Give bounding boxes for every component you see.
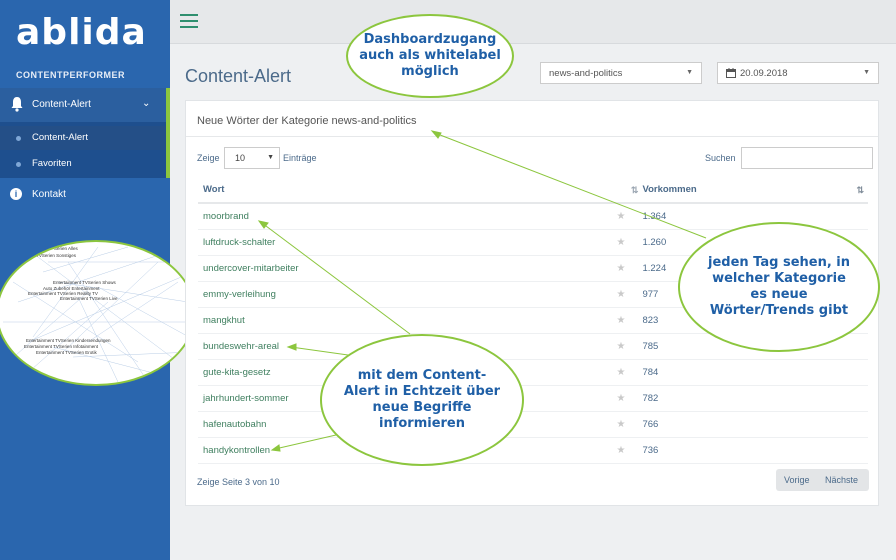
bell-icon — [11, 97, 23, 112]
entries-per-page-select[interactable]: 10 ▼ — [224, 147, 280, 169]
column-header-count[interactable]: Vorkommen ⇅ — [642, 177, 868, 204]
search-input[interactable] — [741, 147, 873, 169]
word-cell[interactable]: emmy-verleihung — [198, 281, 617, 308]
sidebar-item-kontakt[interactable]: i Kontakt — [0, 182, 170, 208]
callout-line: neue Begriffe — [372, 400, 472, 415]
callout-line: informieren — [378, 416, 465, 432]
calendar-icon — [726, 68, 736, 78]
network-label: Entertainment TVSerien Shows — [53, 280, 116, 285]
star-icon[interactable]: ★ — [616, 307, 643, 334]
sidebar-subitem-favoriten[interactable]: Favoriten — [0, 152, 166, 176]
dot-icon — [16, 136, 21, 141]
callout-line: jeden Tag sehen, in — [707, 254, 851, 270]
pagination: Vorige Nächste — [776, 469, 869, 491]
sidebar-item-label: Content-Alert — [32, 99, 91, 110]
callout-line: möglich — [401, 64, 459, 80]
prev-button[interactable]: Vorige — [784, 475, 810, 485]
next-button[interactable]: Nächste — [825, 475, 858, 485]
table-row[interactable]: jahrhundert-sommer ★ 782 — [198, 385, 868, 412]
network-label: Entertainment TVSerien Infotainment — [24, 344, 99, 349]
count-cell: 784 — [642, 359, 868, 386]
date-select[interactable]: 20.09.2018 ▼ — [717, 62, 879, 84]
show-label: Zeige — [197, 153, 220, 163]
page-info: Zeige Seite 3 von 10 — [197, 477, 280, 487]
sidebar-item-label: Kontakt — [32, 189, 66, 200]
network-label: Entertainment TVSerien Kindersendungen — [26, 338, 111, 343]
caret-down-icon: ▼ — [686, 69, 693, 76]
table-row[interactable]: gute-kita-gesetz ★ 784 — [198, 359, 868, 386]
count-cell: 782 — [642, 385, 868, 412]
sort-desc-icon: ⇅ — [856, 185, 864, 195]
callout-line: mit dem Content- — [357, 367, 487, 383]
network-label: Int TVSerien Sonstiges — [30, 253, 77, 258]
star-icon[interactable]: ★ — [616, 203, 643, 230]
column-header-word[interactable]: Wort — [198, 177, 617, 204]
word-cell[interactable]: undercover-mitarbeiter — [198, 255, 617, 282]
dot-icon — [16, 162, 21, 167]
callout-line: es neue — [750, 287, 808, 302]
sort-icon: ⇅ — [630, 185, 639, 195]
column-header-label: Vorkommen — [642, 184, 697, 195]
star-icon[interactable]: ★ — [616, 411, 643, 438]
callout-realtime: mit dem Content- Alert in Echtzeit über … — [320, 334, 524, 466]
count-cell: 736 — [642, 437, 868, 464]
callout-line: Alert in Echtzeit über — [343, 383, 501, 399]
column-header-sort[interactable]: ⇅ — [616, 177, 643, 204]
count-cell: 766 — [642, 411, 868, 438]
network-graph: Serien Alles Int TVSerien Sonstiges Ente… — [3, 246, 194, 383]
category-select-value: news-and-politics — [549, 68, 623, 79]
panel-title: Neue Wörter der Kategorie news-and-polit… — [197, 115, 417, 127]
column-header-label: Wort — [203, 184, 225, 195]
word-cell[interactable]: mangkhut — [198, 307, 617, 334]
tagline: CONTENTPERFORMER — [16, 70, 125, 80]
entries-per-page-value: 10 — [235, 153, 246, 163]
network-label: Serien Alles — [54, 246, 79, 251]
topbar — [170, 0, 896, 44]
caret-down-icon: ▼ — [267, 154, 274, 161]
hamburger-menu-icon[interactable] — [180, 14, 198, 28]
word-cell[interactable]: luftdruck-schalter — [198, 229, 617, 256]
word-cell[interactable]: moorbrand — [198, 203, 617, 230]
panel-header: Neue Wörter der Kategorie news-and-polit… — [186, 101, 878, 137]
callout-line: welcher Kategorie — [712, 270, 846, 286]
star-icon[interactable]: ★ — [616, 437, 643, 464]
star-icon[interactable]: ★ — [616, 359, 643, 386]
sidebar-item-content-alert[interactable]: Content-Alert ⌄ — [0, 88, 170, 122]
callout-line: Wörter/Trends gibt — [709, 303, 849, 319]
star-icon[interactable]: ★ — [616, 385, 643, 412]
category-select[interactable]: news-and-politics ▼ — [540, 62, 702, 84]
callout-daily: jeden Tag sehen, in welcher Kategorie es… — [678, 222, 880, 352]
search-label: Suchen — [705, 153, 736, 163]
sidebar-submenu: Content-Alert Favoriten — [0, 122, 170, 178]
sidebar-subitem-content-alert[interactable]: Content-Alert — [0, 126, 166, 150]
callout-line: auch als whitelabel — [359, 47, 501, 63]
date-select-value: 20.09.2018 — [740, 68, 788, 79]
sidebar-subitem-label: Content-Alert — [32, 132, 88, 143]
sidebar-subitem-label: Favoriten — [32, 158, 72, 169]
star-icon[interactable]: ★ — [616, 281, 643, 308]
network-graph-preview: Serien Alles Int TVSerien Sonstiges Ente… — [0, 240, 196, 386]
callout-line: Dashboardzugang — [363, 31, 497, 47]
page-title: Content-Alert — [185, 66, 292, 86]
table-row[interactable]: handykontrollen ★ 736 — [198, 437, 868, 464]
info-icon: i — [10, 188, 22, 200]
star-icon[interactable]: ★ — [616, 333, 643, 360]
star-icon[interactable]: ★ — [616, 255, 643, 282]
caret-down-icon: ▼ — [863, 69, 870, 76]
network-label: Entertainment TVSerien Live — [60, 296, 118, 301]
logo: ablida — [16, 12, 147, 53]
callout-whitelabel: Dashboardzugang auch als whitelabel mögl… — [346, 14, 514, 98]
chevron-down-icon: ⌄ — [142, 98, 151, 109]
table-row[interactable]: hafenautobahn ★ 766 — [198, 411, 868, 438]
entries-label: Einträge — [283, 153, 317, 163]
network-label: Entertainment TVSerien Erotik — [36, 350, 97, 355]
star-icon[interactable]: ★ — [616, 229, 643, 256]
